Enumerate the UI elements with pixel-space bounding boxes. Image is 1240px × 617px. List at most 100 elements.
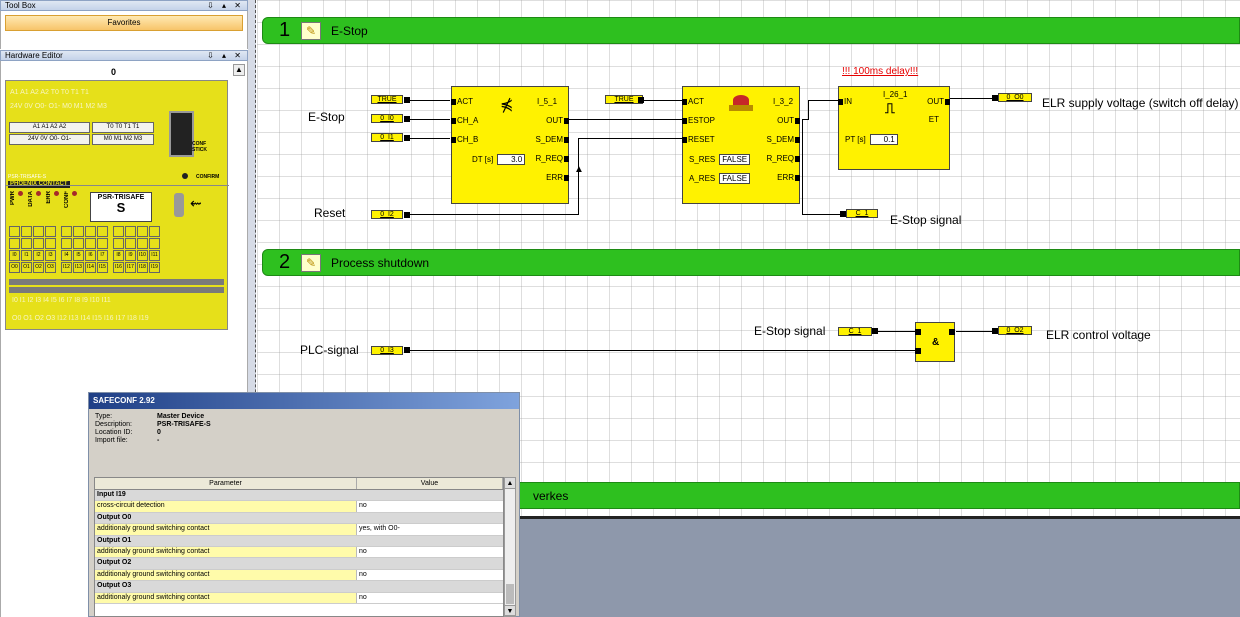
fb2-param-sres[interactable]: S_RES FALSE — [689, 154, 751, 165]
column-header-parameter[interactable]: Parameter — [95, 478, 357, 489]
device-top-row2: 24V 0V O0- O1- M0 M1 M2 M3 — [10, 103, 107, 110]
fb2-pin-reset[interactable]: RESET — [682, 135, 715, 144]
table-group-row: Output O2 — [95, 558, 503, 570]
fb3-param-pt[interactable]: PT [s] 0.1 — [845, 134, 898, 145]
toolbox-window-controls[interactable]: ⇩ ▴ ✕ — [207, 1, 244, 10]
io-led-grid-2 — [9, 238, 160, 249]
info-row: Location ID: 0 — [95, 429, 161, 436]
edit-pencil-icon[interactable]: ✎ — [301, 254, 321, 272]
confirm-button[interactable] — [182, 173, 188, 179]
psr-trisafe-device[interactable]: A1 A1 A2 A2 T0 T0 T1 T1 24V 0V O0- O1- M… — [5, 80, 229, 330]
function-block-emergency-stop-1[interactable]: ACT CH_A CH_B I_5_1 OUT S_DEM R_REQ ERR … — [451, 86, 569, 204]
network-2-header[interactable]: 2 ✎ Process shutdown — [262, 249, 1240, 276]
fb2-pin-act[interactable]: ACT — [682, 97, 704, 106]
table-header: Parameter Value — [95, 478, 503, 490]
network-title: E-Stop — [331, 24, 368, 38]
wire — [410, 119, 450, 120]
table-row[interactable]: cross-circuit detection no — [95, 501, 503, 513]
table-row[interactable]: additionaly ground switching contact no — [95, 592, 503, 604]
fb2-pin-rreq[interactable]: R_REQ — [766, 154, 800, 163]
usb-port-icon — [174, 193, 184, 217]
wire — [568, 119, 682, 120]
fb2-pin-out[interactable]: OUT — [777, 116, 800, 125]
network-title: verkes — [533, 489, 569, 503]
fb1-pin-rreq[interactable]: R_REQ — [535, 154, 569, 163]
wire — [950, 98, 992, 99]
and-pin-in1[interactable] — [915, 329, 921, 335]
and-pin-out[interactable] — [949, 329, 955, 335]
fb1-pin-cha[interactable]: CH_A — [451, 116, 478, 125]
marker-var-c1-2[interactable]: C_1 — [838, 327, 872, 336]
fb1-pin-sdem[interactable]: S_DEM — [535, 135, 569, 144]
fb3-pin-in[interactable]: IN — [838, 97, 852, 106]
connector — [404, 347, 410, 353]
fb3-pin-et[interactable]: ET — [929, 115, 939, 124]
value-cell[interactable]: no — [357, 547, 503, 557]
value-cell[interactable]: no — [357, 570, 503, 580]
table-scrollbar[interactable]: ▲ ▼ — [504, 477, 516, 617]
device-top-row1: A1 A1 A2 A2 T0 T0 T1 T1 — [10, 89, 89, 96]
output-var-o2[interactable]: 0_O2 — [998, 326, 1032, 335]
value-cell[interactable]: no — [357, 593, 503, 603]
estop-label: E-Stop — [308, 110, 345, 124]
scroll-thumb[interactable] — [506, 584, 514, 604]
network-1-header[interactable]: 1 ✎ E-Stop — [262, 17, 1240, 44]
input-var-i3[interactable]: 0_I3 — [371, 346, 403, 355]
timer-pulse-icon: ⎍ — [885, 100, 895, 116]
fb1-pin-out[interactable]: OUT — [546, 116, 569, 125]
function-block-timer[interactable]: IN I_26_1 ⎍ OUT ET PT [s] 0.1 — [838, 86, 950, 170]
connector — [872, 328, 878, 334]
marker-var-c1[interactable]: C_1 — [846, 209, 878, 218]
conf-stick-slot[interactable] — [169, 111, 194, 157]
table-group-row: Output O3 — [95, 581, 503, 593]
favorites-button[interactable]: Favorites — [5, 15, 243, 31]
parameter-table[interactable]: Parameter Value Input I19 cross-circuit … — [94, 477, 504, 617]
hardware-editor-window-controls[interactable]: ⇩ ▴ ✕ — [207, 51, 244, 60]
usb-symbol-icon: ⇜ — [190, 195, 202, 211]
connector — [638, 97, 644, 103]
dialog-title[interactable]: SAFECONF 2.92 — [89, 393, 519, 409]
fb2-pin-err[interactable]: ERR — [777, 173, 800, 182]
network-number: 2 — [279, 251, 291, 273]
safeconf-info-window[interactable]: SAFECONF 2.92 Type: Master Device Descrip… — [88, 392, 520, 617]
device-bottom-row2: O0 O1 O2 O3 I12 I13 I14 I15 I16 I17 I18 … — [12, 315, 149, 322]
fb1-pin-act[interactable]: ACT — [451, 97, 473, 106]
conf-stick-label: CONF STICK — [192, 141, 207, 153]
table-group-row: Input I19 — [95, 490, 503, 502]
device-model-small: PSR-TRISAFE-S — [8, 174, 47, 180]
table-row[interactable]: additionaly ground switching contact no — [95, 569, 503, 582]
and-gate-block[interactable]: & — [915, 322, 955, 362]
fb2-pin-sdem[interactable]: S_DEM — [766, 135, 800, 144]
true-constant[interactable]: TRUE — [371, 95, 403, 104]
scroll-down-arrow-icon[interactable]: ▼ — [505, 605, 515, 616]
fb1-pin-chb[interactable]: CH_B — [451, 135, 478, 144]
value-cell[interactable]: yes, with O0- — [357, 524, 503, 534]
led-label-conf: CONF — [64, 191, 70, 208]
network-number: 1 — [279, 19, 291, 41]
value-cell[interactable]: no — [357, 501, 503, 511]
fb1-param-dt[interactable]: DT [s] 3.0 — [472, 154, 526, 165]
fb1-pin-err[interactable]: ERR — [546, 173, 569, 182]
table-row[interactable]: additionaly ground switching contact no — [95, 546, 503, 559]
column-header-value[interactable]: Value — [357, 478, 503, 489]
estop-base-icon — [729, 105, 753, 111]
output-var-o0[interactable]: 0_O0 — [998, 93, 1032, 102]
input-var-i2[interactable]: 0_I2 — [371, 210, 403, 219]
table-row[interactable]: additionaly ground switching contact yes,… — [95, 524, 503, 536]
and-pin-in2[interactable] — [915, 348, 921, 354]
scroll-up-button[interactable]: ▲ — [233, 64, 245, 76]
fb3-name: I_26_1 — [883, 90, 908, 99]
fb2-pin-estop[interactable]: ESTOP — [682, 116, 715, 125]
conf-led-icon — [72, 191, 77, 196]
device-name-plate: PSR-TRISAFE S — [90, 192, 152, 222]
input-var-i0[interactable]: 0_I0 — [371, 114, 403, 123]
hardware-editor-title: Hardware Editor — [5, 51, 63, 60]
edit-pencil-icon[interactable]: ✎ — [301, 22, 321, 40]
reset-label: Reset — [314, 206, 346, 220]
fb3-pin-out[interactable]: OUT — [927, 97, 950, 106]
scroll-up-arrow-icon[interactable]: ▲ — [505, 478, 515, 489]
input-var-i1[interactable]: 0_I1 — [371, 133, 403, 142]
function-block-estop-2[interactable]: ACT ESTOP RESET S_RES FALSE A_RES FALSE I_… — [682, 86, 800, 204]
fb2-param-ares[interactable]: A_RES FALSE — [689, 173, 751, 184]
bottom-terminal-strip-2 — [9, 287, 224, 293]
